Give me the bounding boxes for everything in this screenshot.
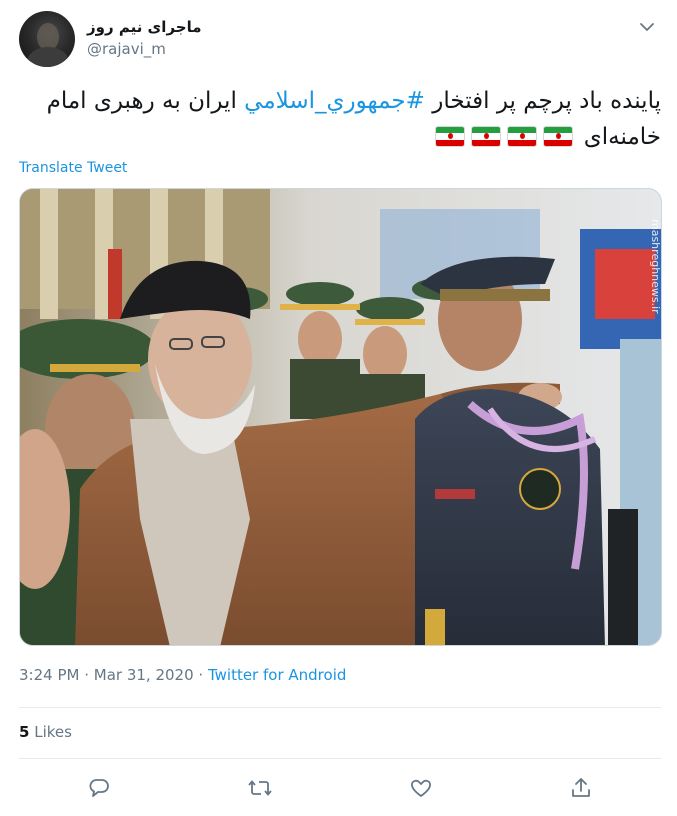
likes-label: Likes: [34, 723, 72, 741]
likes-count: 5: [19, 723, 30, 741]
tweet-meta: 3:24 PM · Mar 31, 2020 · Twitter for And…: [19, 666, 346, 684]
author-handle[interactable]: @rajavi_m: [87, 38, 202, 60]
media-watermark: mashreghnews.ir: [649, 219, 662, 314]
tweet-text-part1: پاینده باد پرچم پر افتخار: [424, 88, 661, 114]
meta-separator: ·: [79, 666, 94, 684]
tweet-source-link[interactable]: Twitter for Android: [208, 666, 346, 684]
heart-icon[interactable]: [405, 772, 437, 804]
chevron-down-icon[interactable]: [637, 17, 657, 37]
iran-flags: [432, 124, 576, 150]
translate-tweet-link[interactable]: Translate Tweet: [19, 160, 127, 176]
hashtag-link[interactable]: #جمهوري_اسلامي: [244, 88, 425, 114]
iran-flag-icon: [507, 126, 538, 147]
iran-flag-icon: [435, 126, 466, 147]
divider: [19, 758, 661, 759]
retweet-icon[interactable]: [244, 772, 276, 804]
likes-stat[interactable]: 5 Likes: [19, 723, 72, 741]
tweet-media-image[interactable]: mashreghnews.ir: [19, 188, 662, 646]
tweet-header: ماجرای نیم روز @rajavi_m: [19, 11, 661, 69]
tweet-date[interactable]: Mar 31, 2020: [94, 666, 194, 684]
iran-flag-icon: [471, 126, 502, 147]
share-icon[interactable]: [565, 772, 597, 804]
iran-flag-icon: [543, 126, 574, 147]
reply-icon[interactable]: [83, 772, 115, 804]
tweet-text: پاینده باد پرچم پر افتخار #جمهوري_اسلامي…: [19, 83, 661, 155]
meta-separator-2: ·: [193, 666, 208, 684]
author-names: ماجرای نیم روز @rajavi_m: [87, 17, 202, 60]
tweet-time[interactable]: 3:24 PM: [19, 666, 79, 684]
tweet-actions: [19, 772, 661, 806]
author-display-name[interactable]: ماجرای نیم روز: [87, 17, 202, 37]
avatar[interactable]: [19, 11, 75, 67]
divider: [19, 707, 661, 708]
